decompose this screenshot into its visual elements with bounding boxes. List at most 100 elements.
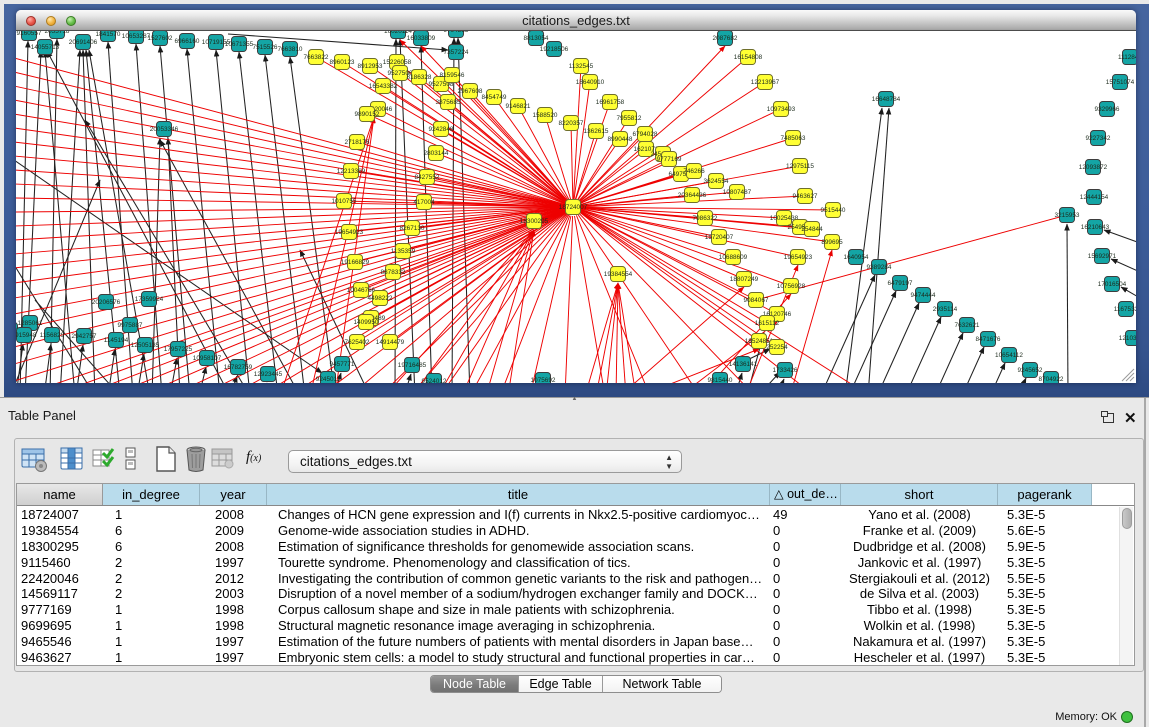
svg-text:1132545: 1132545 [569, 63, 594, 70]
svg-text:8267130: 8267130 [400, 225, 425, 232]
svg-text:18640910: 18640910 [576, 79, 605, 86]
svg-text:1362615: 1362615 [584, 128, 609, 135]
svg-text:16648784: 16648784 [872, 96, 901, 103]
svg-text:9474444: 9474444 [911, 292, 936, 299]
svg-text:12213369: 12213369 [337, 168, 366, 175]
svg-text:19716485: 19716485 [398, 362, 427, 369]
svg-text:9160557: 9160557 [17, 31, 42, 37]
svg-text:1640954: 1640954 [844, 254, 869, 261]
svg-text:9389284: 9389284 [867, 264, 892, 271]
svg-text:7663810: 7663810 [278, 46, 303, 53]
svg-text:9245011: 9245011 [316, 376, 341, 383]
svg-text:1145194: 1145194 [104, 337, 129, 344]
svg-text:18807249: 18807249 [730, 276, 759, 283]
svg-text:1167533: 1167533 [1114, 306, 1136, 313]
svg-text:8960123: 8960123 [330, 59, 355, 66]
svg-text:2718176: 2718176 [345, 139, 370, 146]
svg-text:8878332: 8878332 [381, 269, 406, 276]
svg-text:1615112: 1615112 [755, 320, 780, 327]
svg-text:417004: 417004 [413, 199, 435, 206]
svg-text:20364436: 20364436 [678, 192, 707, 199]
svg-text:9242848: 9242848 [429, 126, 454, 133]
svg-text:9457771: 9457771 [330, 361, 355, 368]
svg-text:19654923: 19654923 [784, 254, 813, 261]
svg-text:12923445: 12923445 [254, 371, 283, 378]
svg-text:16782759: 16782759 [224, 364, 253, 371]
svg-text:14055713: 14055713 [31, 44, 60, 51]
svg-text:19218506: 19218506 [540, 46, 569, 53]
svg-text:7357224: 7357224 [444, 49, 469, 56]
svg-text:8427552: 8427552 [415, 174, 440, 181]
svg-text:10973493: 10973493 [767, 106, 796, 113]
svg-text:15692971: 15692971 [1088, 253, 1117, 260]
svg-text:8186328: 8186328 [407, 74, 432, 81]
svg-text:7515526: 7515526 [253, 44, 278, 51]
svg-text:17957225: 17957225 [164, 346, 193, 353]
svg-text:10671355: 10671355 [225, 41, 254, 48]
svg-text:1841570: 1841570 [96, 31, 121, 38]
svg-text:1010755: 1010755 [332, 198, 357, 205]
svg-text:2055718: 2055718 [45, 31, 70, 35]
svg-text:15720407: 15720407 [705, 234, 734, 241]
svg-text:9245652: 9245652 [1018, 367, 1043, 374]
svg-text:8159546: 8159546 [440, 72, 465, 79]
svg-text:6966160: 6966160 [175, 38, 200, 45]
svg-text:18300295: 18300295 [520, 218, 549, 225]
svg-text:9777169: 9777169 [657, 156, 682, 163]
svg-text:20691406: 20691406 [69, 39, 98, 46]
svg-text:20053346: 20053346 [150, 126, 179, 133]
svg-text:1112845: 1112845 [1118, 54, 1136, 61]
svg-text:7625402: 7625402 [345, 339, 370, 346]
svg-text:7663822: 7663822 [304, 54, 329, 61]
svg-text:9890152: 9890152 [355, 111, 380, 118]
svg-text:2935114: 2935114 [933, 306, 958, 313]
svg-text:12103454: 12103454 [1119, 335, 1136, 342]
svg-text:7986322: 7986322 [693, 215, 718, 222]
svg-text:8454749: 8454749 [482, 94, 507, 101]
svg-text:4498222: 4498222 [368, 295, 393, 302]
svg-text:10958107: 10958107 [193, 355, 222, 362]
svg-text:899695: 899695 [821, 239, 843, 246]
svg-text:12975115: 12975115 [786, 163, 814, 170]
svg-text:8704922: 8704922 [1039, 376, 1064, 383]
svg-text:7632621: 7632621 [955, 322, 980, 329]
svg-text:8813054: 8813054 [524, 35, 549, 42]
svg-text:1135359: 1135359 [391, 248, 416, 255]
svg-text:6794028: 6794028 [633, 131, 658, 138]
svg-text:3875685: 3875685 [436, 99, 461, 106]
svg-text:8471676: 8471676 [976, 336, 1001, 343]
svg-text:10046766: 10046766 [347, 287, 376, 294]
svg-text:16033809: 16033809 [407, 35, 436, 42]
svg-text:9146821: 9146821 [506, 103, 531, 110]
svg-text:8220357: 8220357 [559, 120, 584, 127]
svg-text:3624554: 3624554 [704, 178, 729, 185]
svg-text:12444154: 12444154 [1080, 194, 1109, 201]
svg-text:15751074: 15751074 [1106, 79, 1135, 86]
svg-text:1733426: 1733426 [773, 367, 798, 374]
svg-text:1075692: 1075692 [531, 377, 556, 383]
svg-text:3215953: 3215953 [1055, 212, 1080, 219]
svg-text:10807487: 10807487 [723, 189, 752, 196]
svg-text:12213967: 12213967 [751, 79, 780, 86]
svg-text:6479197: 6479197 [888, 280, 913, 287]
svg-text:8912953: 8912953 [358, 63, 383, 70]
svg-text:3915948: 3915948 [16, 332, 37, 339]
svg-text:14136141: 14136141 [729, 361, 758, 368]
svg-text:746266: 746266 [683, 168, 705, 175]
svg-text:252254: 252254 [766, 344, 788, 351]
svg-text:254844: 254844 [801, 226, 823, 233]
svg-text:1588520: 1588520 [533, 112, 558, 119]
svg-text:9524012: 9524012 [422, 378, 447, 383]
svg-text:9329966: 9329966 [1095, 106, 1120, 113]
svg-text:2803144: 2803144 [424, 150, 449, 157]
svg-text:19654923: 19654923 [335, 229, 364, 236]
svg-text:16210643: 16210643 [1081, 224, 1110, 231]
svg-text:1527602: 1527602 [148, 35, 173, 42]
svg-text:20206576: 20206576 [92, 299, 121, 306]
svg-text:9515440: 9515440 [821, 207, 846, 214]
svg-text:7955812: 7955812 [617, 115, 642, 122]
svg-text:9975887: 9975887 [118, 322, 143, 329]
svg-text:18724007: 18724007 [559, 204, 588, 211]
svg-text:9463627: 9463627 [793, 193, 818, 200]
svg-text:17016504: 17016504 [1098, 281, 1127, 288]
